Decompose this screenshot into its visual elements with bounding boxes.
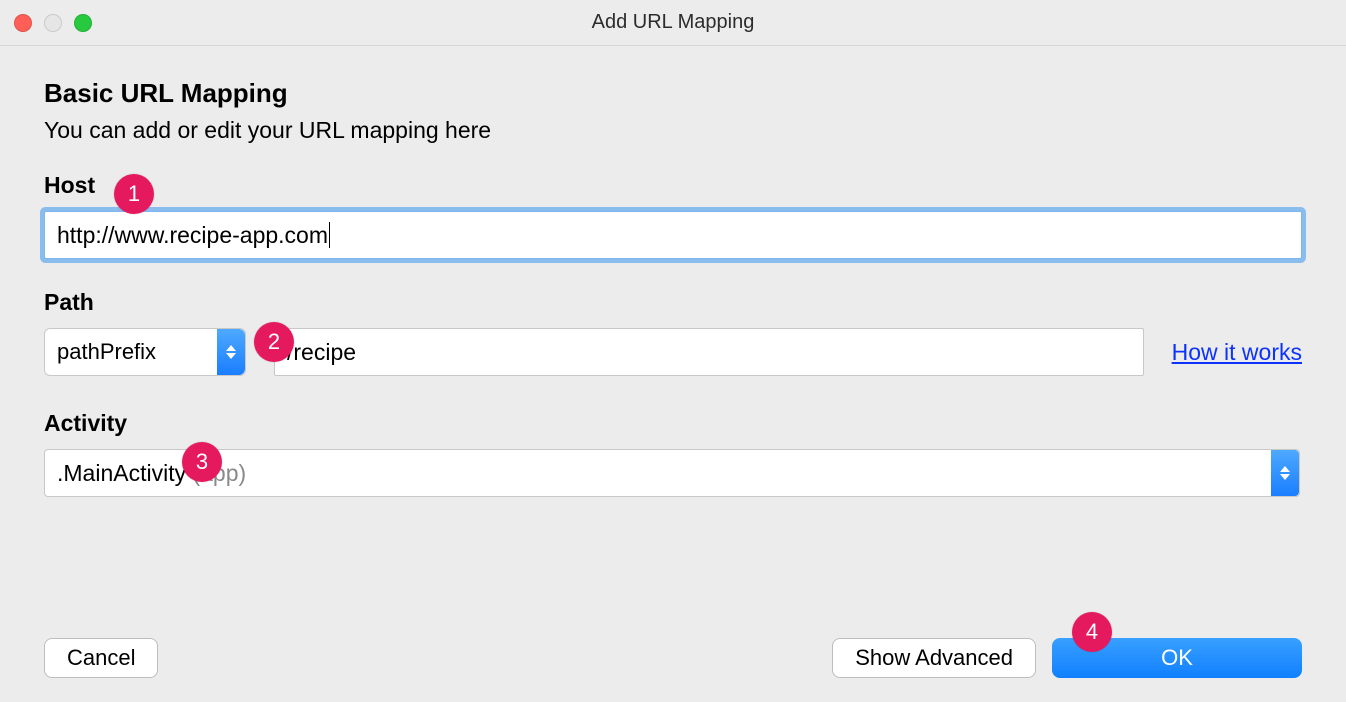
host-input-value: http://www.recipe-app.com bbox=[57, 222, 328, 249]
annotation-badge-2: 2 bbox=[254, 322, 294, 362]
chevron-down-icon bbox=[1280, 474, 1290, 480]
window-title: Add URL Mapping bbox=[0, 11, 1346, 34]
annotation-badge-1: 1 bbox=[114, 174, 154, 214]
how-it-works-link[interactable]: How it works bbox=[1172, 339, 1302, 366]
path-type-value: pathPrefix bbox=[57, 339, 164, 365]
host-input[interactable]: http://www.recipe-app.com bbox=[44, 211, 1302, 259]
section-title: Basic URL Mapping bbox=[44, 78, 1302, 109]
annotation-badge-4: 4 bbox=[1072, 612, 1112, 652]
activity-main: .MainActivity bbox=[57, 460, 186, 486]
path-input[interactable]: /recipe bbox=[274, 328, 1144, 376]
cancel-button[interactable]: Cancel bbox=[44, 638, 158, 678]
section-description: You can add or edit your URL mapping her… bbox=[44, 117, 1302, 144]
dialog-footer: Cancel Show Advanced OK bbox=[44, 638, 1302, 678]
dialog-content: Basic URL Mapping You can add or edit yo… bbox=[0, 46, 1346, 497]
select-stepper-icon bbox=[1271, 450, 1299, 496]
show-advanced-button[interactable]: Show Advanced bbox=[832, 638, 1036, 678]
chevron-up-icon bbox=[226, 345, 236, 351]
path-type-select[interactable]: pathPrefix bbox=[44, 328, 246, 376]
titlebar: Add URL Mapping bbox=[0, 0, 1346, 46]
text-caret-icon bbox=[329, 222, 330, 248]
host-label: Host bbox=[44, 172, 1302, 199]
chevron-up-icon bbox=[1280, 466, 1290, 472]
annotation-badge-3: 3 bbox=[182, 442, 222, 482]
path-label: Path bbox=[44, 289, 1302, 316]
activity-select[interactable]: .MainActivity (app) bbox=[44, 449, 1300, 497]
select-stepper-icon bbox=[217, 329, 245, 375]
activity-label: Activity bbox=[44, 410, 1302, 437]
chevron-down-icon bbox=[226, 353, 236, 359]
path-input-value: /recipe bbox=[287, 339, 356, 366]
